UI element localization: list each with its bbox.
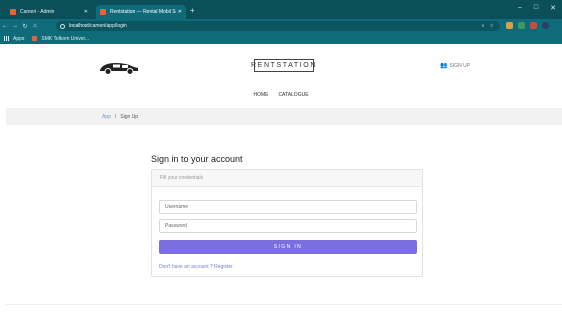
register-link[interactable]: Don't have an account ? Register	[159, 264, 233, 270]
password-input[interactable]: Password	[159, 219, 417, 233]
username-input[interactable]: Username	[159, 200, 417, 214]
bookmark-smk[interactable]: SMK Telkom Univer...	[41, 36, 89, 42]
address-bar-icons: ⌕ ☆	[482, 21, 494, 31]
forward-icon[interactable]: →	[10, 23, 20, 29]
extension-icon[interactable]	[518, 22, 525, 29]
url-text: localhost/cameri/app/login	[69, 23, 127, 29]
close-window-icon[interactable]: ✕	[550, 4, 556, 12]
nav-catalogue[interactable]: CATALOGUE	[278, 92, 308, 102]
breadcrumb-current: Sign Up	[120, 113, 139, 120]
breadcrumb: App / Sign Up	[6, 108, 562, 125]
breadcrumb-app[interactable]: App	[102, 114, 111, 120]
signin-card: Fill your credentials Username Password …	[151, 169, 423, 277]
card-subheading: Fill your credentials	[152, 170, 422, 187]
brand-logo[interactable]: RENTSTATION	[251, 59, 315, 72]
extension-icon[interactable]	[506, 22, 513, 29]
breadcrumb-separator: /	[114, 113, 117, 120]
sign-in-button[interactable]: SIGN IN	[159, 240, 417, 254]
bookmark-apps[interactable]: Apps	[13, 36, 24, 42]
main-nav: HOME CATALOGUE	[0, 92, 562, 102]
nav-home[interactable]: HOME	[253, 92, 268, 102]
info-icon[interactable]	[60, 23, 65, 29]
window-controls: – □ ✕	[518, 4, 556, 12]
favicon-icon	[10, 9, 16, 15]
users-icon: 👥	[440, 63, 448, 69]
footer-divider	[6, 304, 562, 305]
close-icon[interactable]: ✕	[84, 9, 88, 15]
maximize-icon[interactable]: □	[534, 4, 538, 12]
new-tab-icon[interactable]: +	[190, 6, 195, 15]
bookmarks-bar: Apps SMK Telkom Univer...	[0, 33, 562, 44]
tab-title: Cameri - Admin	[20, 9, 55, 15]
apps-grid-icon	[4, 36, 9, 41]
home-icon[interactable]: ⌂	[30, 23, 40, 29]
bookmark-favicon-icon	[32, 36, 38, 41]
site-header: RENTSTATION 👥 SIGN UP	[0, 44, 562, 90]
address-bar[interactable]: localhost/cameri/app/login ⌕ ☆	[56, 21, 500, 31]
minimize-icon[interactable]: –	[518, 4, 522, 12]
browser-toolbar: ← → ↻ ⌂ localhost/cameri/app/login ⌕ ☆	[0, 19, 562, 33]
page-title: Sign in to your account	[151, 154, 243, 164]
reload-icon[interactable]: ↻	[20, 23, 30, 30]
star-icon[interactable]: ☆	[490, 23, 494, 29]
tab-title: Rentstation — Rental Mobil Serv	[110, 9, 176, 15]
browser-tab[interactable]: Cameri - Admin ✕	[6, 5, 92, 19]
signup-label: SIGN UP	[449, 62, 471, 69]
car-logo-icon[interactable]	[98, 58, 140, 76]
close-icon[interactable]: ✕	[178, 9, 182, 15]
browser-tab-active[interactable]: Rentstation — Rental Mobil Serv ✕	[96, 5, 186, 19]
profile-avatar[interactable]	[542, 22, 549, 29]
extension-icon[interactable]	[530, 22, 537, 29]
favicon-icon	[100, 9, 106, 15]
browser-tab-strip: Cameri - Admin ✕ Rentstation — Rental Mo…	[0, 0, 562, 19]
search-icon[interactable]: ⌕	[482, 23, 485, 29]
signup-link[interactable]: 👥 SIGN UP	[440, 62, 471, 70]
extensions	[506, 22, 549, 29]
back-icon[interactable]: ←	[0, 23, 10, 29]
